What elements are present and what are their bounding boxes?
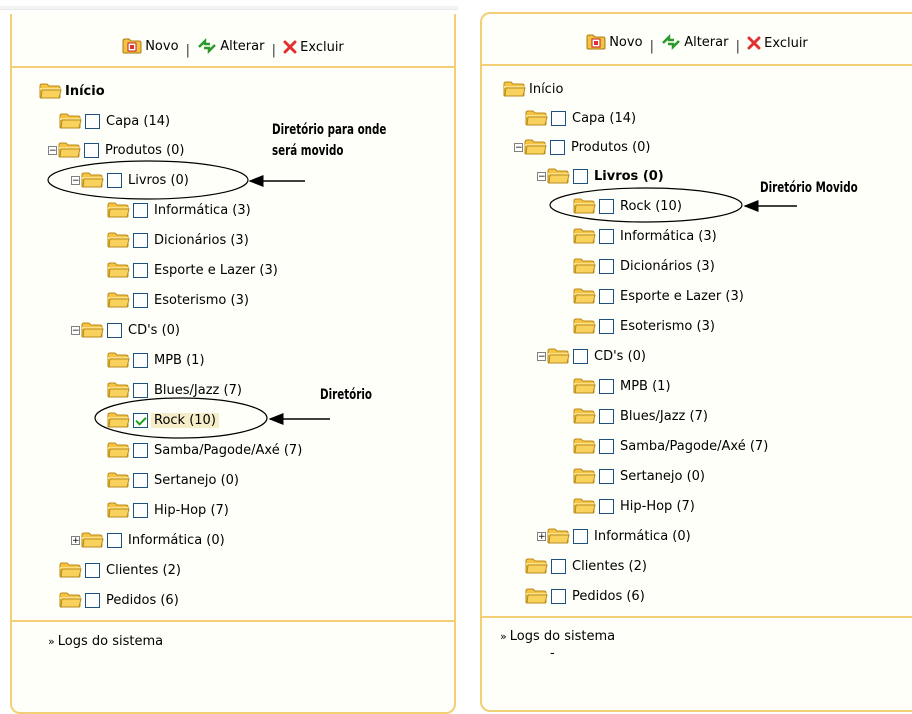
annotation-overlay xyxy=(47,160,797,439)
ellipse-rock-moved xyxy=(549,187,743,223)
ellipse-rock-source xyxy=(94,397,268,439)
ellipse-livros xyxy=(47,160,249,200)
